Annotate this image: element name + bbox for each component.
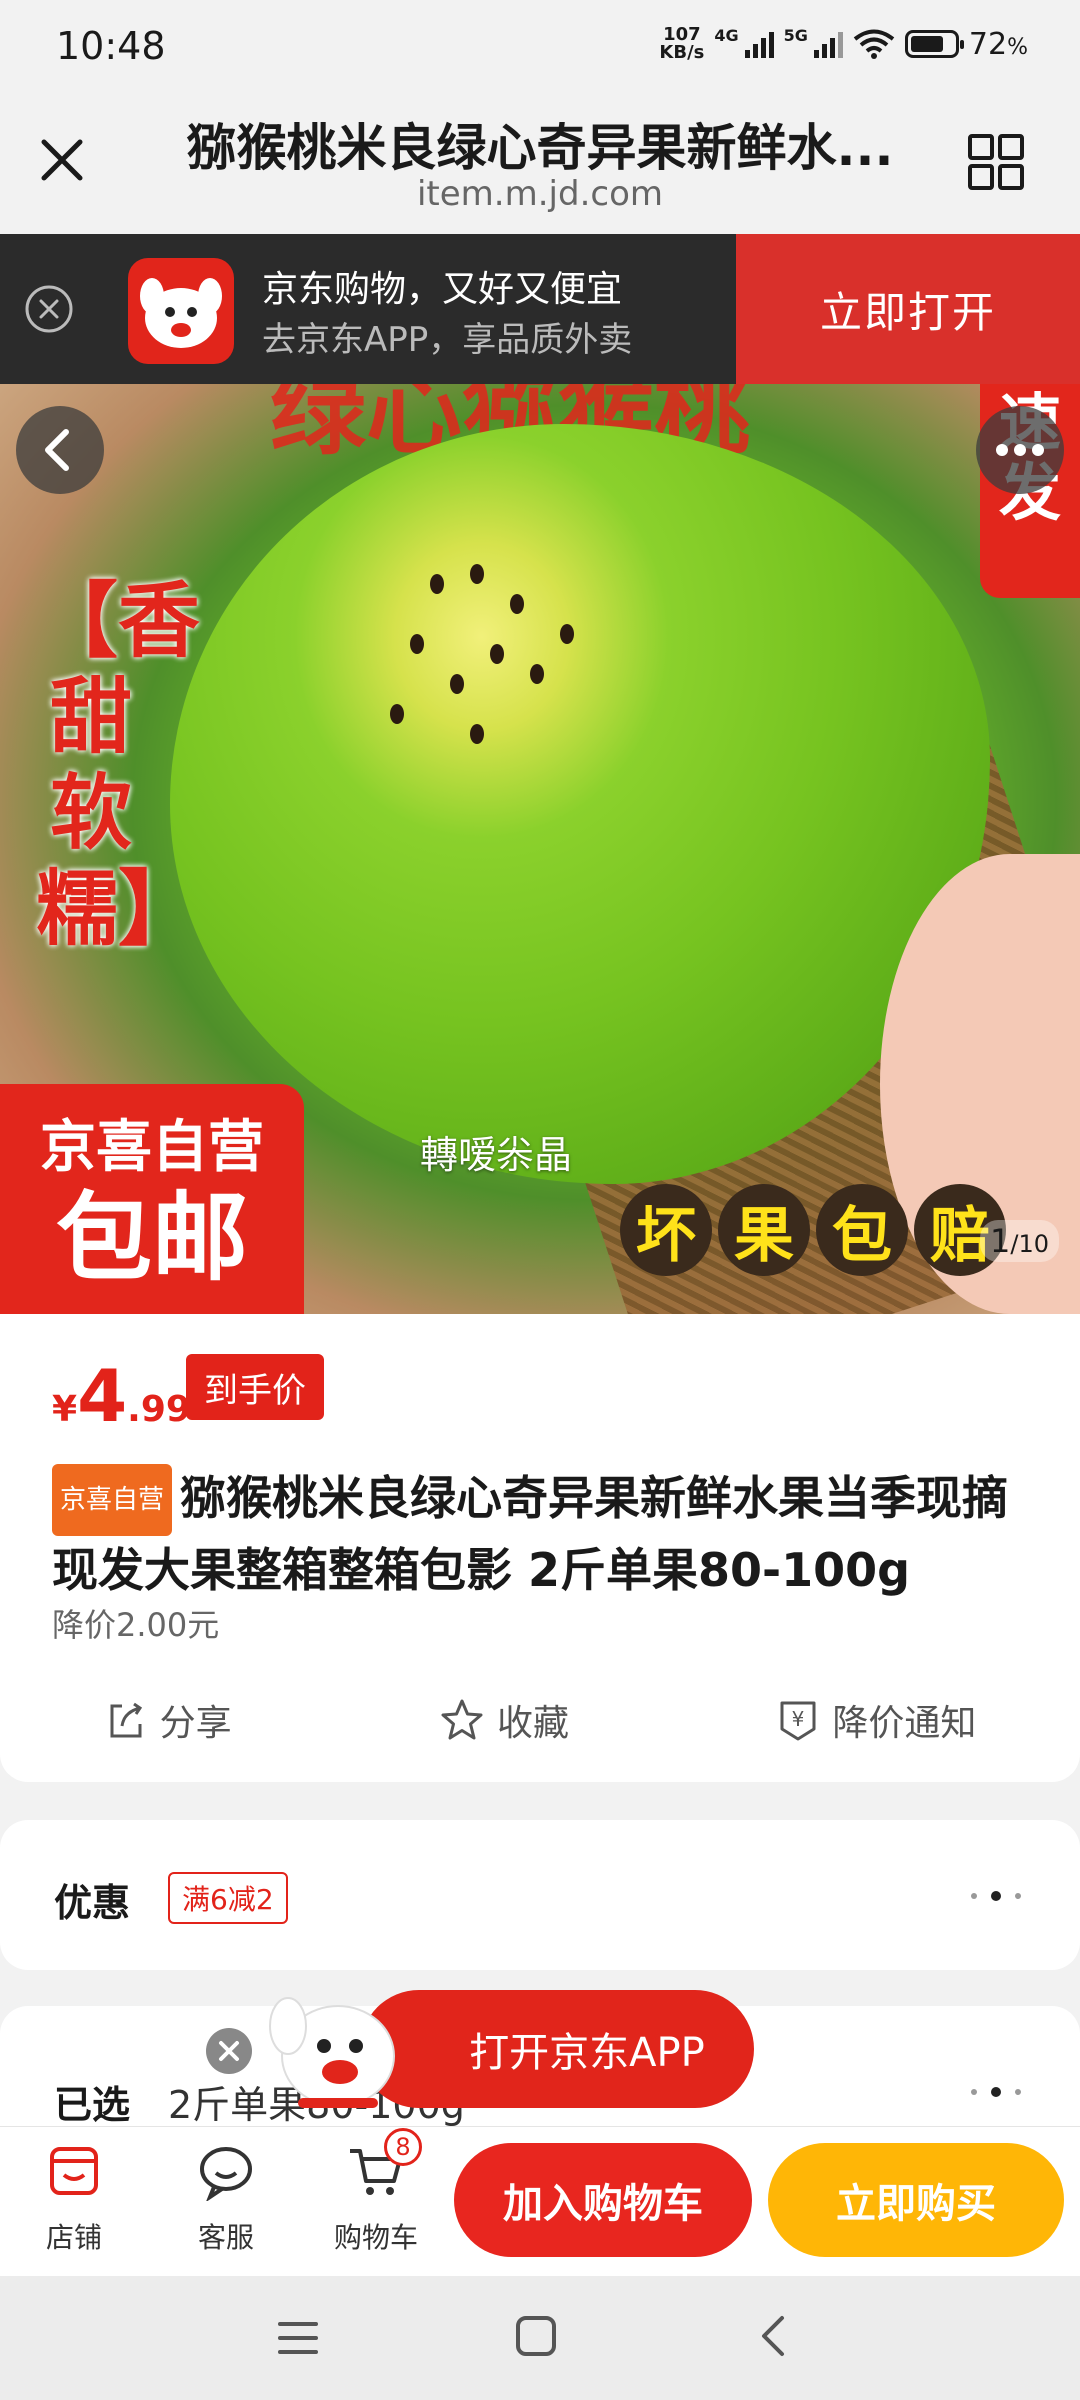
badge-line-1: 京喜自营 xyxy=(40,1115,264,1180)
jd-mascot-icon xyxy=(269,1997,395,2108)
net-speed-unit: KB/s xyxy=(659,42,705,63)
price-drop-text: 降价2.00元 xyxy=(52,1606,220,1644)
close-banner-icon[interactable] xyxy=(24,284,74,334)
customer-service-button[interactable]: 客服 xyxy=(166,2141,286,2256)
net-speed: 107 KB/s xyxy=(659,26,704,62)
image-watermark: 轉嗳尜晶 xyxy=(420,1133,573,1177)
promotion-label: 优惠 xyxy=(54,1881,131,1925)
svg-text:¥: ¥ xyxy=(792,1707,805,1731)
promotion-row[interactable]: 优惠 满6减2 xyxy=(0,1820,1080,1970)
guarantee-badges: 坏 果 包 赔 xyxy=(620,1184,1006,1276)
page-url: item.m.jd.com xyxy=(416,174,663,214)
open-jd-app-button[interactable]: 打开京东APP xyxy=(360,1990,754,2108)
chevron-left-icon xyxy=(45,429,69,471)
back-button[interactable] xyxy=(16,406,104,494)
back-nav-icon[interactable] xyxy=(752,2314,796,2358)
signal-icon xyxy=(744,30,774,58)
chat-icon xyxy=(200,2147,252,2203)
home-icon[interactable] xyxy=(514,2314,558,2358)
gen-label-1: 4G xyxy=(714,26,739,45)
battery-level: 72% xyxy=(968,26,1028,62)
favorite-button[interactable]: 收藏 xyxy=(439,1694,569,1746)
app-download-banner: 京东购物，又好又便宜 去京东APP，享品质外卖 立即打开 xyxy=(0,234,1080,384)
close-float-icon[interactable] xyxy=(206,2028,252,2074)
selected-label: 已选 xyxy=(54,2083,131,2127)
product-actions: 分享 收藏 ¥ 降价通知 xyxy=(0,1694,1080,1746)
more-button[interactable] xyxy=(976,406,1064,494)
guarantee-char: 果 xyxy=(718,1184,810,1276)
add-to-cart-button[interactable]: 加入购物车 xyxy=(454,2143,752,2257)
shop-icon xyxy=(50,2147,98,2195)
share-button[interactable]: 分享 xyxy=(104,1694,232,1746)
system-navigation-bar xyxy=(0,2276,1080,2400)
shop-label: 店铺 xyxy=(45,2221,102,2254)
jd-logo xyxy=(128,258,234,364)
open-app-button[interactable]: 立即打开 xyxy=(736,234,1080,384)
status-icons: 107 KB/s 4G 5G 72% xyxy=(659,26,1028,62)
self-operated-badge: 京喜自营 包邮 xyxy=(0,1084,304,1314)
product-title-text: 猕猴桃米良绿心奇异果新鲜水果当季现摘现发大果整箱整箱包影 2斤单果80-100g xyxy=(52,1471,1009,1597)
guarantee-char: 坏 xyxy=(620,1184,712,1276)
image-counter: 1/10 xyxy=(980,1220,1059,1262)
promotion-tag: 满6减2 xyxy=(168,1872,288,1924)
kiwi-fruit xyxy=(170,424,990,1184)
guarantee-char: 包 xyxy=(816,1184,908,1276)
price-alert-icon: ¥ xyxy=(780,1701,816,1741)
page-title: 猕猴桃米良绿心奇异果新鲜水... xyxy=(186,119,894,177)
cart-label: 购物车 xyxy=(333,2221,418,2254)
badge-line-2: 包邮 xyxy=(56,1182,248,1294)
service-label: 客服 xyxy=(197,2221,254,2254)
more-dots-icon xyxy=(971,1891,1021,1901)
price-alert-label: 降价通知 xyxy=(832,1703,977,1744)
browser-header: 猕猴桃米良绿心奇异果新鲜水... item.m.jd.com xyxy=(0,92,1080,234)
cart-count-badge: 8 xyxy=(384,2128,422,2166)
more-dots-icon xyxy=(971,2087,1021,2097)
banner-headline: 京东购物，又好又便宜 xyxy=(262,269,623,310)
product-title: 京喜自营 猕猴桃米良绿心奇异果新鲜水果当季现摘现发大果整箱整箱包影 2斤单果80-… xyxy=(52,1464,1032,1604)
final-price-tag: 到手价 xyxy=(186,1354,324,1420)
product-info-card: ¥4.99 到手价 京喜自营 猕猴桃米良绿心奇异果新鲜水果当季现摘现发大果整箱整箱… xyxy=(0,1314,1080,1782)
wifi-icon xyxy=(853,29,895,59)
price-alert-button[interactable]: ¥ 降价通知 xyxy=(776,1694,976,1746)
status-bar: 10:48 107 KB/s 4G 5G 72% xyxy=(0,0,1080,92)
self-operated-tag: 京喜自营 xyxy=(52,1464,173,1536)
banner-subline: 去京东APP，享品质外卖 xyxy=(262,320,633,360)
more-dots-icon xyxy=(996,444,1044,456)
status-time: 10:48 xyxy=(56,24,166,68)
share-label: 分享 xyxy=(159,1703,232,1744)
close-icon[interactable] xyxy=(34,132,90,188)
signal-icon xyxy=(813,30,843,58)
product-image-gallery[interactable]: 绿心猕猴桃 【香甜软糯】 速发 京喜自营 包邮 轉嗳尜晶 坏 果 包 赔 1/1… xyxy=(0,384,1080,1314)
grid-icon[interactable] xyxy=(966,132,1026,192)
buy-now-button[interactable]: 立即购买 xyxy=(768,2143,1064,2257)
star-icon xyxy=(441,1699,483,1740)
gen-label-2: 5G xyxy=(783,26,808,45)
battery-icon xyxy=(904,30,964,58)
favorite-label: 收藏 xyxy=(496,1703,569,1744)
menu-icon[interactable] xyxy=(276,2316,320,2360)
shop-button[interactable]: 店铺 xyxy=(14,2141,134,2256)
product-price: ¥4.99 xyxy=(52,1354,191,1438)
share-icon xyxy=(110,1702,142,1738)
